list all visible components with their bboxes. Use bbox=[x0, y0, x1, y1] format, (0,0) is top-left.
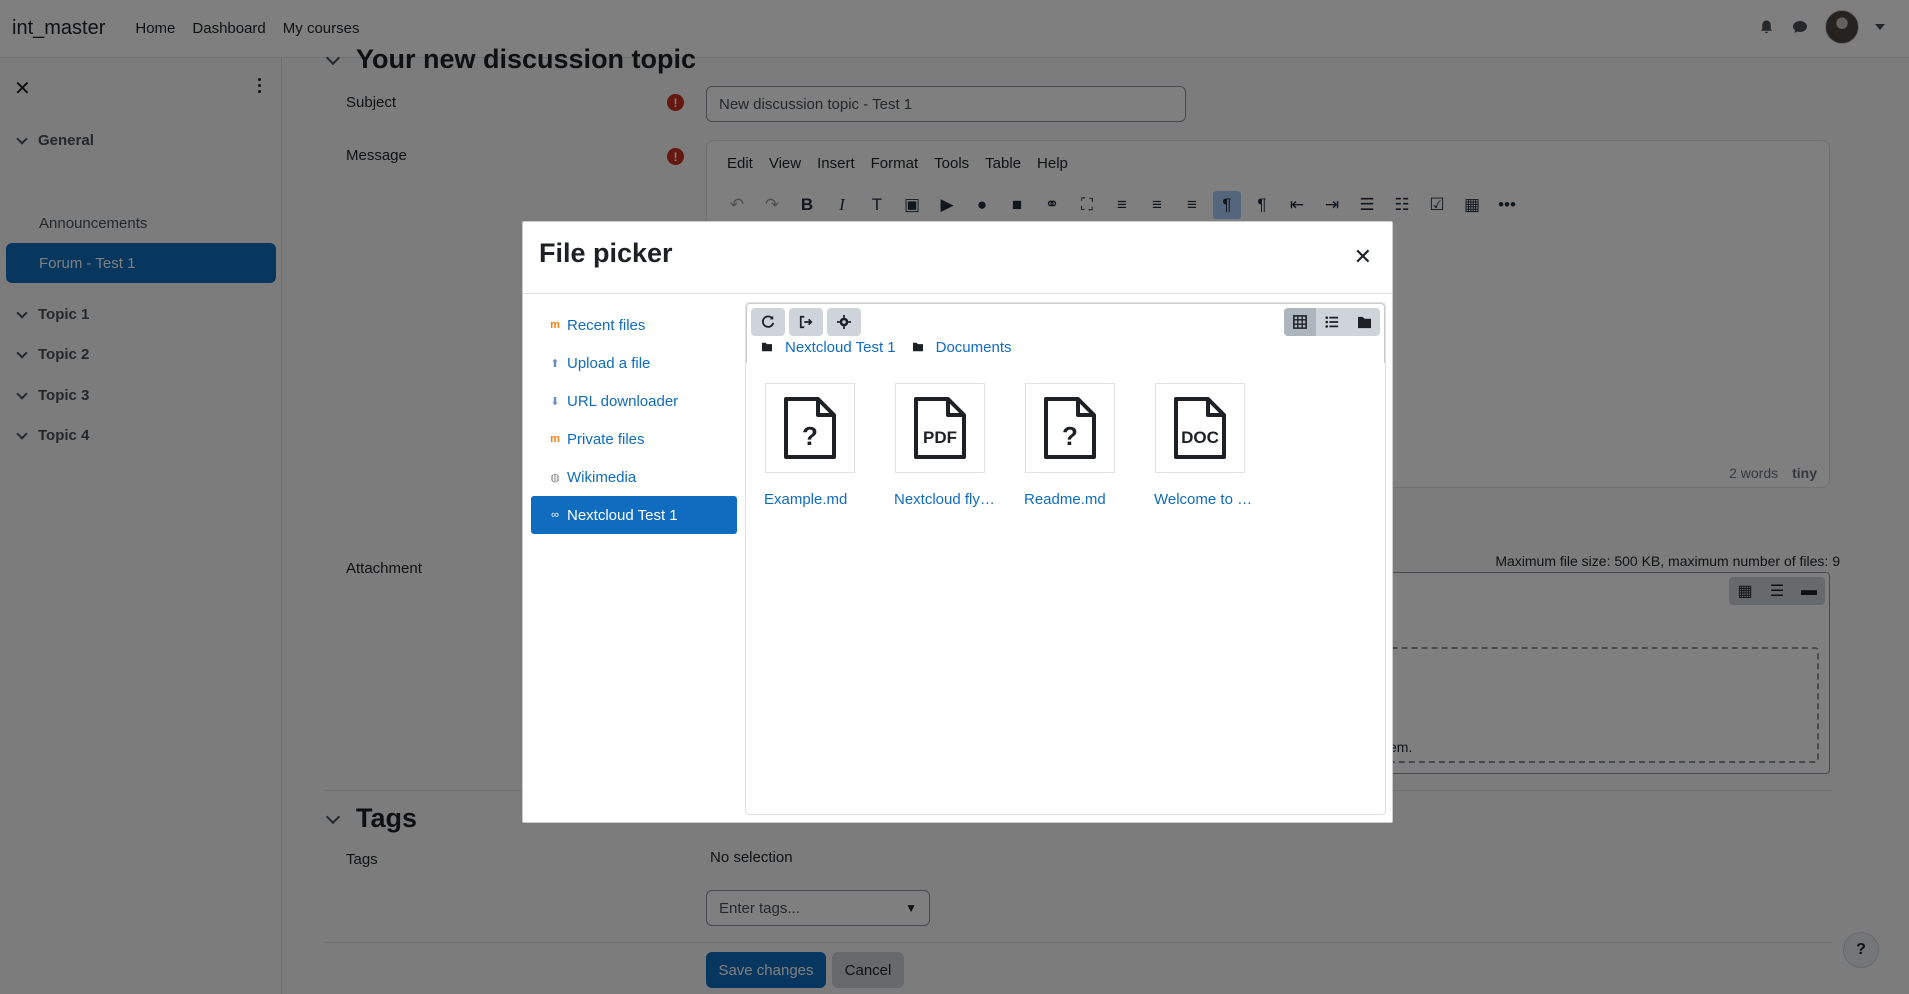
repo-upload[interactable]: ⬆ Upload a file bbox=[531, 344, 737, 382]
folder-view-icon[interactable] bbox=[1348, 308, 1380, 336]
folder-icon bbox=[761, 339, 773, 356]
file-item[interactable]: DOC Welcome to … bbox=[1154, 383, 1284, 508]
logout-icon[interactable] bbox=[789, 308, 823, 336]
dialog-title: File picker bbox=[539, 238, 673, 268]
repo-recent-files[interactable]: m Recent files bbox=[531, 306, 737, 344]
file-name[interactable]: Welcome to … bbox=[1154, 491, 1274, 508]
grid-view-icon[interactable] bbox=[1284, 308, 1316, 336]
close-icon[interactable]: ✕ bbox=[1354, 244, 1372, 270]
list-view-icon[interactable] bbox=[1316, 308, 1348, 336]
svg-text:DOC: DOC bbox=[1181, 428, 1219, 447]
moodle-icon: m bbox=[550, 433, 560, 445]
file-item[interactable]: ? Readme.md bbox=[1024, 383, 1154, 508]
moodle-icon: m bbox=[550, 319, 560, 331]
repository-list: m Recent files ⬆ Upload a file ⬇ URL dow… bbox=[531, 306, 737, 534]
upload-icon: ⬆ bbox=[550, 357, 560, 370]
repo-url-downloader[interactable]: ⬇ URL downloader bbox=[531, 382, 737, 420]
folder-icon bbox=[912, 339, 924, 356]
view-toggle bbox=[1284, 308, 1380, 336]
browser-actions bbox=[751, 308, 861, 336]
file-picker-dialog: File picker ✕ m Recent files ⬆ Upload a … bbox=[522, 221, 1393, 823]
file-name[interactable]: Nextcloud fly… bbox=[894, 491, 1014, 508]
divider bbox=[523, 293, 1392, 294]
unknown-file-icon[interactable]: ? bbox=[765, 383, 855, 473]
breadcrumb-documents[interactable]: Documents bbox=[936, 339, 1012, 356]
repo-private-files[interactable]: m Private files bbox=[531, 420, 737, 458]
file-item[interactable]: ? Example.md bbox=[764, 383, 894, 508]
repo-wikimedia[interactable]: ◍ Wikimedia bbox=[531, 458, 737, 496]
url-icon: ⬇ bbox=[550, 395, 560, 408]
pdf-file-icon[interactable]: PDF bbox=[895, 383, 985, 473]
wikimedia-icon: ◍ bbox=[550, 471, 560, 484]
refresh-icon[interactable] bbox=[751, 308, 785, 336]
doc-file-icon[interactable]: DOC bbox=[1155, 383, 1245, 473]
unknown-file-icon[interactable]: ? bbox=[1025, 383, 1115, 473]
file-grid: ? Example.md PDF Nextcloud fly… ? Readme… bbox=[764, 383, 1284, 508]
svg-text:?: ? bbox=[802, 421, 818, 451]
file-item[interactable]: PDF Nextcloud fly… bbox=[894, 383, 1024, 508]
breadcrumb-nextcloud[interactable]: Nextcloud Test 1 bbox=[785, 339, 896, 356]
gear-icon[interactable] bbox=[827, 308, 861, 336]
file-name[interactable]: Example.md bbox=[764, 491, 884, 508]
breadcrumb: Nextcloud Test 1 Documents bbox=[761, 339, 1028, 356]
repo-nextcloud-test-1[interactable]: ∞ Nextcloud Test 1 bbox=[531, 496, 737, 534]
file-name[interactable]: Readme.md bbox=[1024, 491, 1144, 508]
svg-text:?: ? bbox=[1062, 421, 1078, 451]
nextcloud-icon: ∞ bbox=[551, 509, 559, 521]
svg-text:PDF: PDF bbox=[923, 428, 957, 447]
file-browser: Nextcloud Test 1 Documents ? Example.md … bbox=[745, 302, 1386, 815]
file-browser-toolbar: Nextcloud Test 1 Documents bbox=[746, 303, 1385, 363]
